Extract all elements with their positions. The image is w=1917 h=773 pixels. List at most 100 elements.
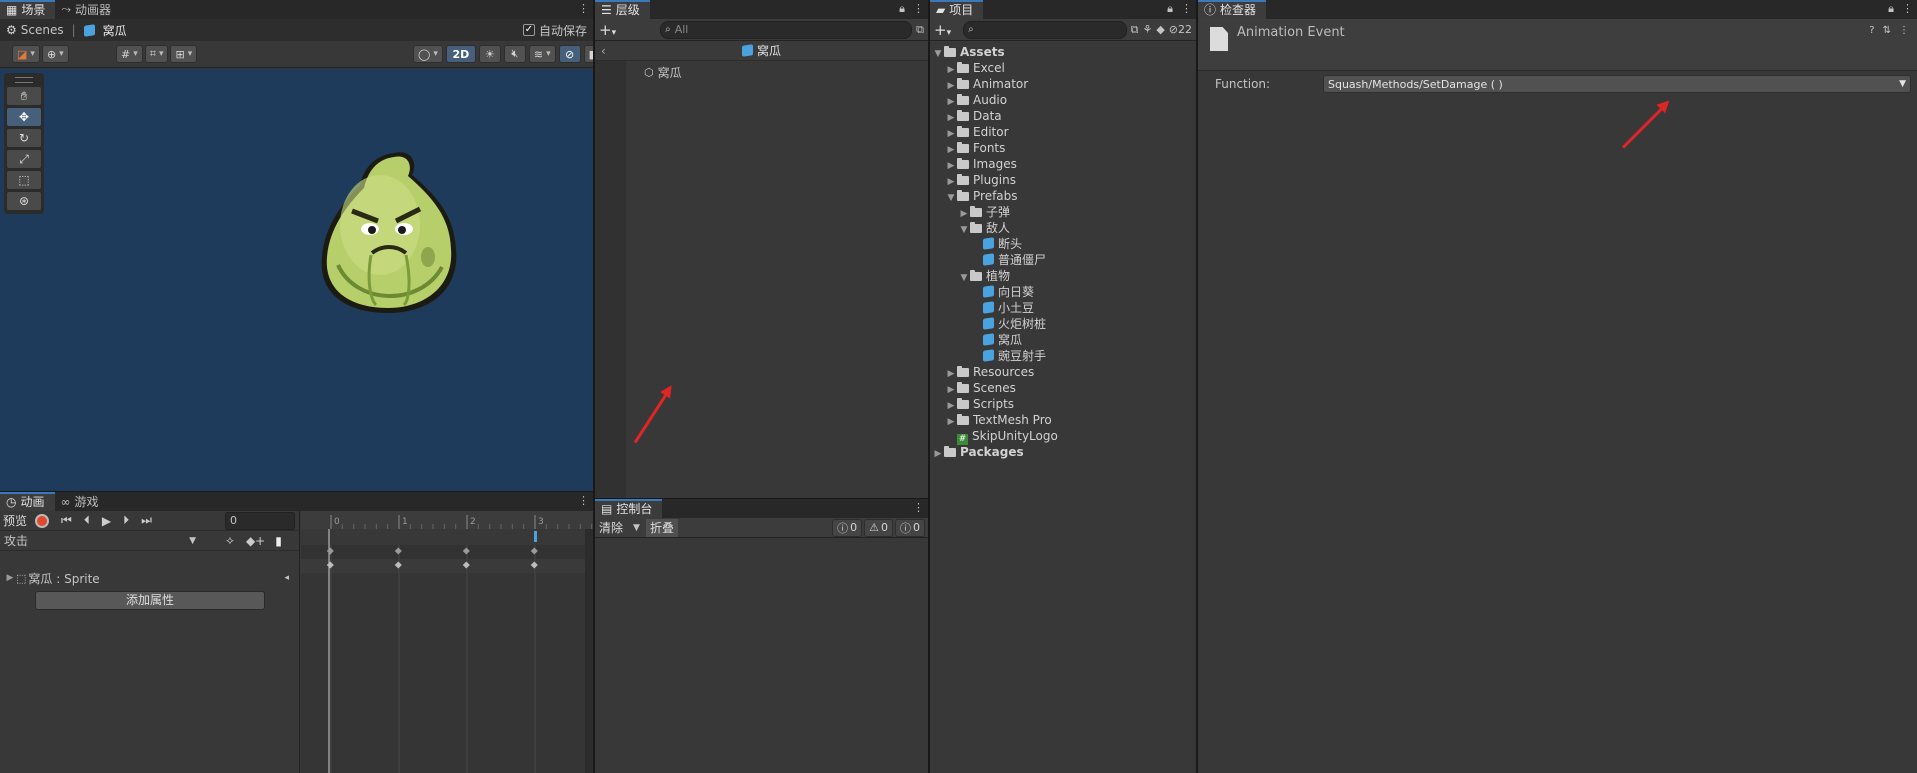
first-keyframe-icon[interactable]: ⏮ — [61, 513, 72, 528]
expand-arrow-icon[interactable]: ▶ — [4, 573, 16, 583]
more-menu-icon[interactable]: ⋮ — [1902, 2, 1913, 16]
prev-keyframe-icon[interactable]: ⏴ — [84, 513, 90, 528]
property-options-icon[interactable]: ◂ — [284, 573, 289, 583]
project-prefab-item[interactable]: 窝瓜 — [932, 332, 1196, 348]
clear-button[interactable]: 清除 — [595, 519, 627, 536]
project-folder-item[interactable]: ▼ 敌人 — [932, 220, 1196, 236]
project-folder-item[interactable]: ▶ Animator — [932, 76, 1196, 92]
draw-mode-button[interactable]: ◪ — [12, 45, 40, 63]
project-folder-item[interactable]: ▼ Assets — [932, 44, 1196, 60]
audio-button[interactable]: 🔇︎ — [503, 45, 526, 63]
scale-tool-icon[interactable]: ⤢ — [7, 150, 41, 168]
gizmo-globe-button[interactable]: ⊕ — [41, 45, 69, 63]
project-folder-item[interactable]: ▼ Prefabs — [932, 188, 1196, 204]
project-folder-item[interactable]: ▶ Resources — [932, 364, 1196, 380]
rotate-tool-icon[interactable]: ↻ — [7, 129, 41, 147]
project-folder-item[interactable]: ▶ Data — [932, 108, 1196, 124]
more-menu-icon[interactable]: ⋮ — [913, 2, 924, 16]
tab-console[interactable]: ▤ 控制台 — [595, 499, 663, 518]
tab-game[interactable]: ∞ 游戏 — [55, 492, 109, 511]
collapsed-arrow-icon[interactable]: ▶ — [932, 446, 944, 462]
scene-viewport[interactable]: ✋︎ ✥ ↻ ⤢ ⬚ ⊛ — [0, 69, 593, 491]
project-folder-item[interactable]: ▶ Excel — [932, 60, 1196, 76]
warning-filter-button[interactable]: ⚠ 0 — [864, 518, 893, 537]
project-folder-item[interactable]: ▶ 子弹 — [932, 204, 1196, 220]
project-folder-item[interactable]: ▶ TextMesh Pro — [932, 412, 1196, 428]
camera-button[interactable]: ■ — [583, 45, 593, 63]
tab-scene[interactable]: ▦ 场景 — [0, 0, 56, 19]
last-keyframe-icon[interactable]: ⏭ — [141, 513, 152, 528]
grid-snap-button[interactable]: # — [116, 45, 143, 63]
more-menu-icon[interactable]: ⋮ — [578, 494, 589, 507]
rect-tool-icon[interactable]: ⬚ — [7, 171, 41, 189]
project-prefab-item[interactable]: 断头 — [932, 236, 1196, 252]
project-folder-item[interactable]: ▼ 植物 — [932, 268, 1196, 284]
lock-icon[interactable]: 🔒︎ — [899, 2, 905, 16]
tab-project[interactable]: ▰ 项目 — [930, 0, 984, 19]
property-row[interactable]: ▶ ⬚ 窝瓜 : Sprite ◂ — [0, 569, 299, 587]
project-prefab-item[interactable]: 普通僵尸 — [932, 252, 1196, 268]
hierarchy-search-input[interactable]: ⌕ All — [660, 20, 913, 39]
lock-icon[interactable]: 🔒︎ — [1888, 2, 1894, 16]
filter-by-label-icon[interactable]: ◆ — [1156, 23, 1164, 36]
help-icon[interactable]: ? — [1869, 25, 1874, 36]
project-folder-item[interactable]: ▶ Plugins — [932, 172, 1196, 188]
transform-tool-icon[interactable]: ⊛ — [7, 192, 41, 210]
breadcrumb-prefab[interactable]: 窝瓜 — [103, 22, 127, 39]
more-menu-icon[interactable]: ⋮ — [1181, 2, 1192, 16]
tab-animator[interactable]: ⤳ 动画器 — [55, 0, 121, 19]
info-filter-button[interactable]: ⓘ 0 — [832, 518, 863, 537]
more-menu-icon[interactable]: ⋮ — [578, 2, 589, 15]
project-search-input[interactable]: ⌕ — [963, 20, 1127, 39]
mode-2d-button[interactable]: 2D — [445, 45, 476, 63]
breadcrumb-scenes[interactable]: Scenes — [21, 23, 64, 37]
clear-options-icon[interactable]: ▼ — [633, 523, 640, 533]
frame-field[interactable]: 0 — [225, 511, 295, 530]
move-tool-icon[interactable]: ✥ — [7, 108, 41, 126]
visibility-button[interactable]: ⊘ — [558, 45, 581, 63]
autosave-checkbox[interactable]: ✓ — [522, 24, 535, 36]
tab-hierarchy[interactable]: ☰ 层级 — [595, 0, 650, 19]
collapse-button[interactable]: 折叠 — [645, 518, 678, 537]
hand-tool-icon[interactable]: ✋︎ — [7, 87, 41, 105]
add-event-icon[interactable]: ▮ — [275, 534, 282, 548]
add-property-button[interactable]: 添加属性 — [35, 591, 265, 610]
more-menu-icon[interactable]: ⋮ — [913, 501, 924, 514]
more-menu-icon[interactable]: ⋮ — [1899, 25, 1909, 36]
add-keyframe-icon[interactable]: ⟡ — [226, 533, 234, 548]
shading-mode-button[interactable]: ◯ — [413, 45, 443, 63]
search-by-type-icon[interactable]: ⧉ — [1131, 23, 1139, 37]
project-folder-item[interactable]: ▶ Audio — [932, 92, 1196, 108]
add-object-button[interactable]: +▾ — [599, 21, 616, 39]
timeline[interactable]: 01234 — [301, 511, 593, 773]
preview-button[interactable]: 预览 — [3, 512, 27, 529]
project-folder-item[interactable]: ▶ Editor — [932, 124, 1196, 140]
function-dropdown[interactable]: Squash/Methods/SetDamage ( ) ▼ — [1323, 75, 1911, 93]
project-prefab-item[interactable]: 火炬树桩 — [932, 316, 1196, 332]
effects-button[interactable]: ≋ — [528, 45, 556, 63]
error-filter-button[interactable]: ⓘ 0 — [895, 518, 925, 537]
play-icon[interactable]: ▶ — [102, 514, 111, 528]
project-folder-item[interactable]: ▶ Scripts — [932, 396, 1196, 412]
squash-sprite[interactable] — [316, 145, 462, 317]
back-chevron-icon[interactable]: ‹ — [601, 44, 606, 58]
lighting-button[interactable]: ☀ — [478, 45, 501, 63]
project-script-item[interactable]: # SkipUnityLogo — [932, 428, 1196, 445]
tab-inspector[interactable]: ⓘ 检查器 — [1198, 0, 1267, 19]
hierarchy-item[interactable]: ⬡ 窝瓜 — [644, 64, 682, 81]
filter-by-type-icon[interactable]: ⚘ — [1142, 23, 1152, 36]
project-prefab-item[interactable]: 豌豆射手 — [932, 348, 1196, 364]
project-folder-item[interactable]: ▶ Packages — [932, 444, 1196, 460]
preset-icon[interactable]: ⇅ — [1883, 25, 1891, 36]
project-folder-item[interactable]: ▶ Images — [932, 156, 1196, 172]
next-keyframe-icon[interactable]: ⏵ — [123, 513, 129, 528]
record-icon[interactable] — [35, 513, 50, 528]
increment-snap-button[interactable]: ⌗ — [144, 45, 169, 63]
clip-dropdown[interactable]: 攻击 ▼ — [0, 532, 202, 549]
align-button[interactable]: ⊞ — [170, 45, 198, 63]
tab-animation[interactable]: ◷ 动画 — [0, 492, 55, 511]
create-asset-button[interactable]: +▾ — [934, 21, 951, 39]
add-key-plus-icon[interactable]: ◆+ — [246, 534, 265, 548]
hidden-packages-icon[interactable]: ⊘22 — [1169, 23, 1192, 36]
project-folder-item[interactable]: ▶ Fonts — [932, 140, 1196, 156]
